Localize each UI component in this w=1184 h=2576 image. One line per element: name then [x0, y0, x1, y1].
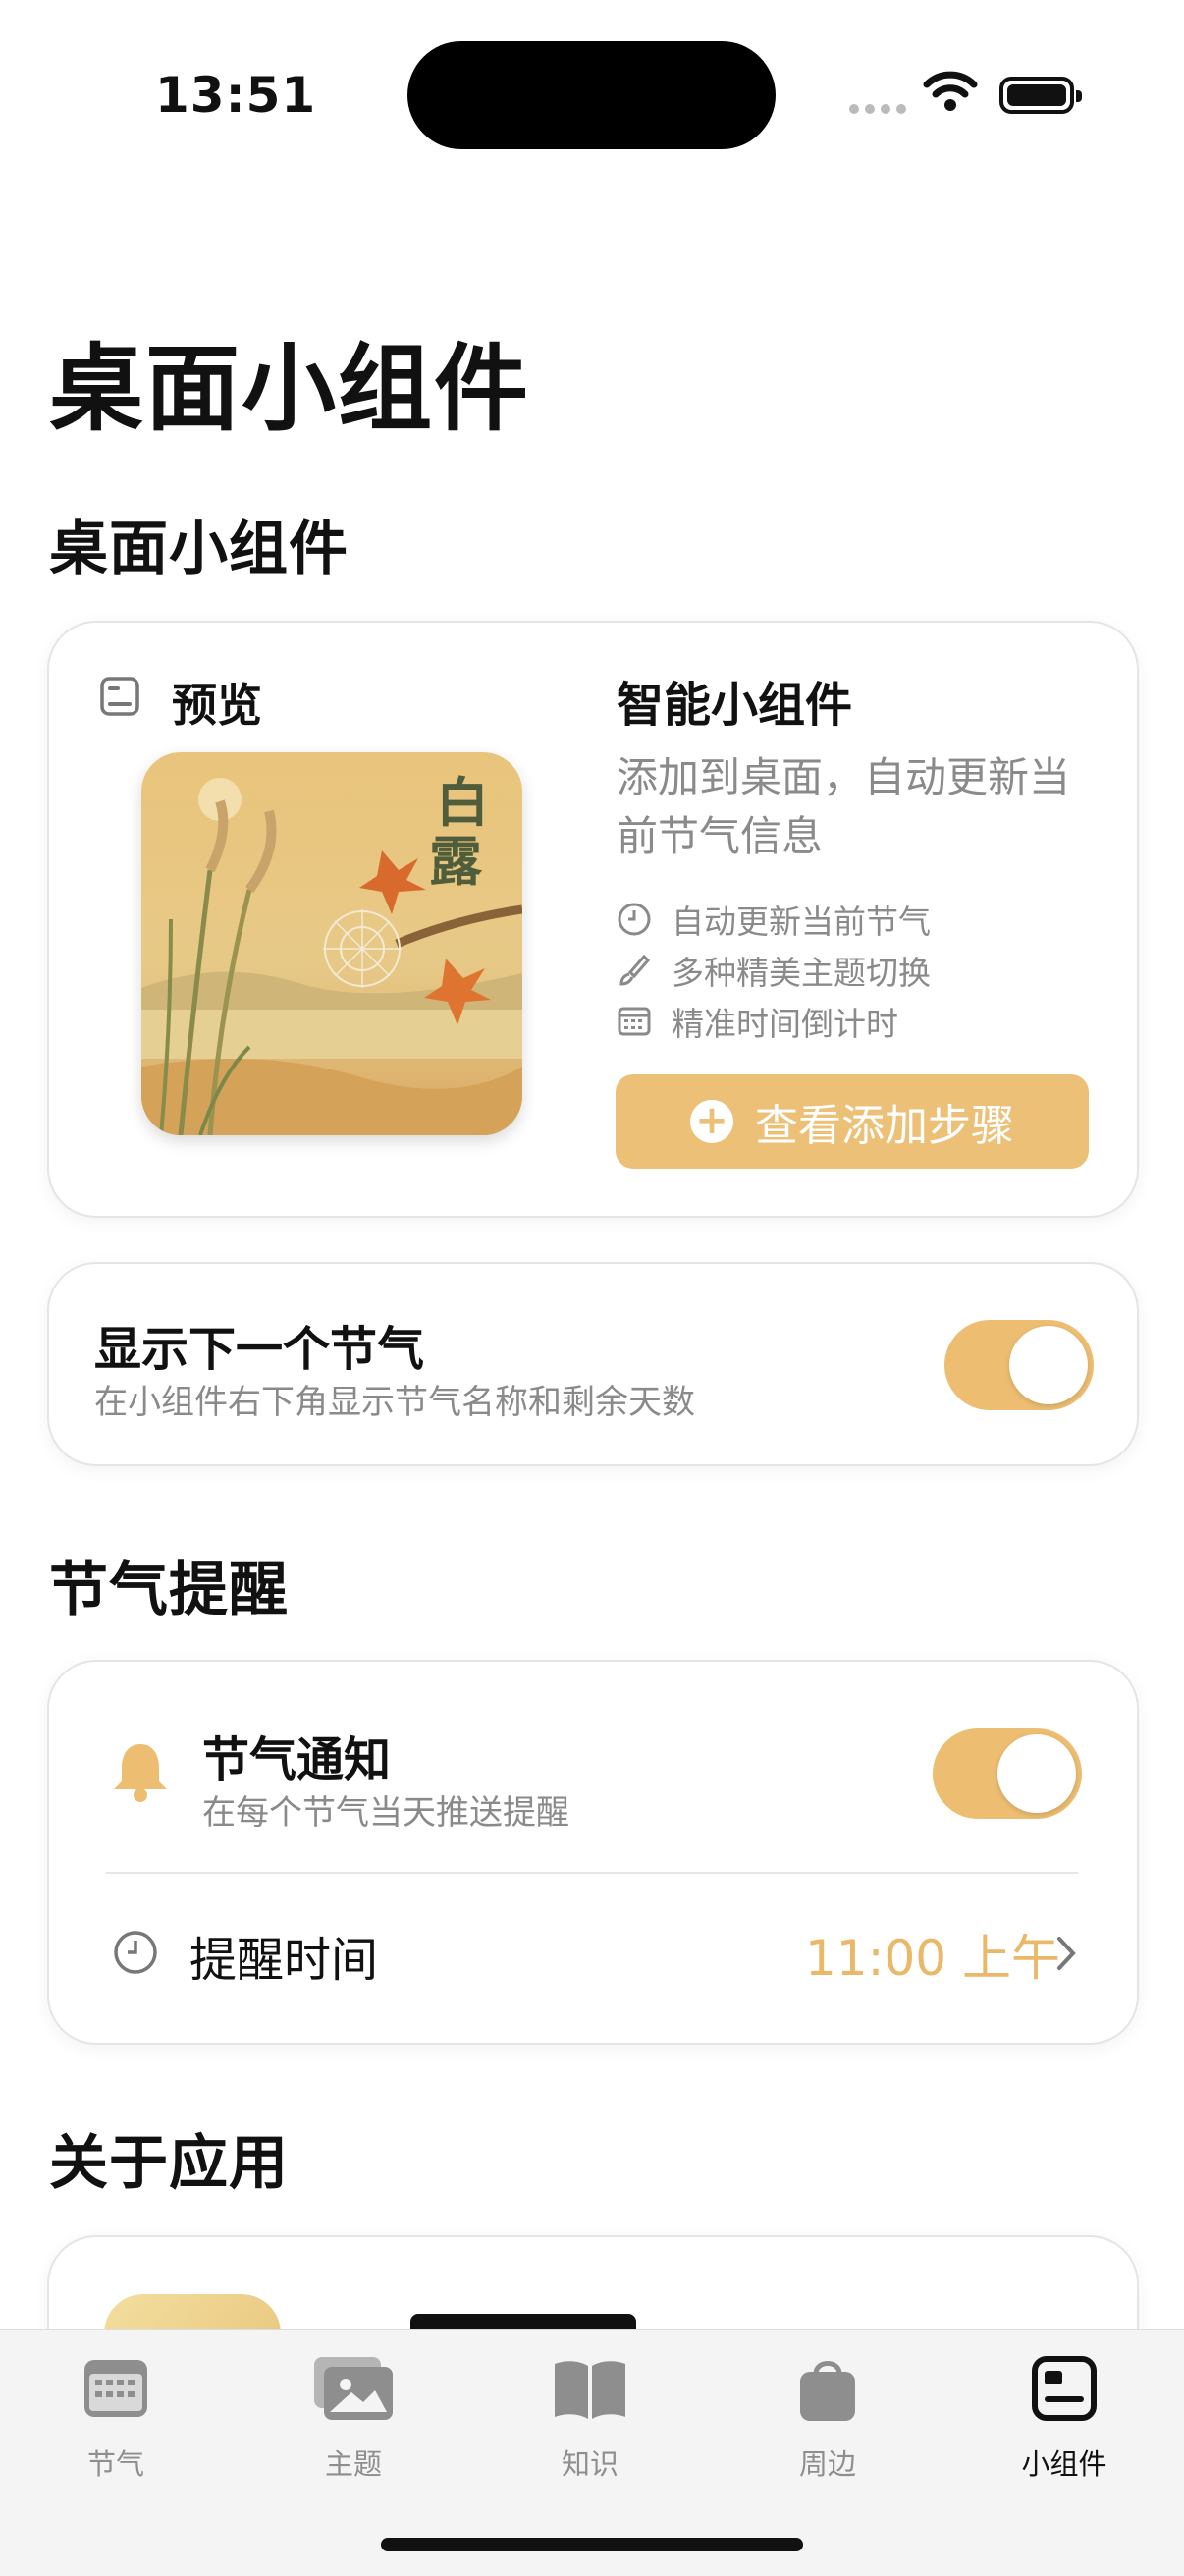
section-title-about: 关于应用 — [49, 2129, 289, 2198]
reminder-time-value: 11:00 上午 — [805, 1930, 1060, 1987]
tab-label: 节气 — [86, 2447, 144, 2481]
photos-icon — [314, 2357, 393, 2420]
preview-label: 预览 — [172, 679, 262, 732]
chevron-right-icon — [1057, 1937, 1076, 1970]
paintbrush-icon — [619, 954, 651, 986]
tab-label: 主题 — [324, 2447, 382, 2481]
tab-nearby[interactable]: 周边 — [749, 2349, 906, 2483]
clock-icon — [618, 903, 651, 936]
home-indicator — [381, 2538, 803, 2551]
feature-item: 自动更新当前节气 — [617, 896, 931, 943]
bell-icon — [114, 1744, 167, 1802]
view-add-steps-button[interactable]: + 查看添加步骤 — [616, 1074, 1089, 1169]
tab-label: 知识 — [561, 2447, 619, 2481]
reminder-time-label: 提醒时间 — [189, 1933, 379, 1988]
reminder-time-row[interactable]: 提醒时间 11:00 上午 — [47, 1876, 1135, 2033]
feature-label: 自动更新当前节气 — [672, 903, 931, 941]
tab-label: 小组件 — [1021, 2447, 1107, 2481]
tab-knowledge[interactable]: 知识 — [511, 2349, 669, 2483]
preview-char-1: 白 — [436, 771, 489, 834]
next-term-title: 显示下一个节气 — [94, 1322, 425, 1377]
section-title-widget: 桌面小组件 — [49, 515, 349, 583]
widget-icon — [1032, 2356, 1097, 2421]
dynamic-island — [407, 41, 776, 149]
tab-widget[interactable]: 小组件 — [986, 2349, 1143, 2483]
wifi-icon — [923, 71, 978, 111]
smart-widget-title: 智能小组件 — [617, 678, 853, 733]
clock-icon — [114, 1931, 157, 1974]
tab-theme[interactable]: 主题 — [275, 2349, 432, 2483]
page-title: 桌面小组件 — [49, 334, 530, 444]
next-term-subtitle: 在小组件右下角显示节气名称和剩余天数 — [94, 1383, 695, 1422]
tab-jieqi[interactable]: 节气 — [37, 2349, 194, 2483]
battery-icon — [999, 77, 1082, 114]
next-term-toggle[interactable] — [944, 1320, 1094, 1410]
calendar-icon — [84, 2360, 147, 2417]
preview-icon — [100, 677, 139, 716]
feature-label: 精准时间倒计时 — [672, 1005, 898, 1043]
notify-title: 节气通知 — [202, 1732, 392, 1787]
widget-preview-image[interactable]: 白 露 — [141, 752, 522, 1135]
bag-icon — [800, 2361, 855, 2421]
view-add-steps-label: 查看添加步骤 — [755, 1101, 1014, 1151]
tab-label: 周边 — [798, 2447, 856, 2481]
feature-item: 精准时间倒计时 — [617, 998, 898, 1045]
feature-item: 多种精美主题切换 — [617, 947, 931, 994]
status-time: 13:51 — [155, 67, 317, 124]
calendar-icon — [618, 1007, 651, 1036]
smart-widget-description: 添加到桌面，自动更新当前节气信息 — [617, 753, 1071, 860]
notify-subtitle: 在每个节气当天推送提醒 — [202, 1793, 569, 1833]
notify-toggle[interactable] — [933, 1728, 1082, 1819]
plus-circle-icon: + — [690, 1100, 733, 1143]
toggle-knob — [997, 1734, 1076, 1813]
divider — [106, 1872, 1078, 1874]
feature-label: 多种精美主题切换 — [672, 954, 931, 992]
signal-dots-icon — [849, 104, 906, 114]
book-icon — [555, 2361, 625, 2419]
toggle-knob — [1009, 1326, 1088, 1404]
section-title-reminder: 节气提醒 — [49, 1556, 289, 1624]
preview-char-2: 露 — [429, 830, 483, 893]
